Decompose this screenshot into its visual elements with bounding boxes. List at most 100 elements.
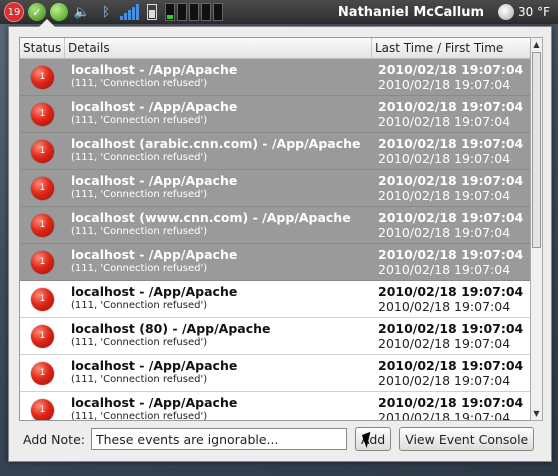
table-row[interactable]: 1 localhost - /App/Apache (111, 'Connectio… [20,392,530,421]
weather-applet[interactable]: 30 °F [498,4,550,20]
scrollbar[interactable]: ▲ ▼ [530,37,543,421]
details-cell: localhost (80) - /App/Apache (111, 'Conne… [65,322,372,350]
event-title: localhost - /App/Apache [71,358,238,373]
list-header: Status Details Last Time / First Time [20,38,530,59]
error-status-icon: 1 [31,287,54,311]
event-message: (111, 'Connection refused') [71,115,208,126]
last-time: 2010/02/18 19:07:04 [378,210,524,225]
table-row[interactable]: 1 localhost - /App/Apache (111, 'Connectio… [20,244,530,281]
event-message: (111, 'Connection refused') [71,226,208,237]
last-time: 2010/02/18 19:07:04 [378,247,524,262]
event-title: localhost - /App/Apache [71,62,238,77]
last-time: 2010/02/18 19:07:04 [378,395,524,410]
popup-pointer [39,19,55,27]
error-status-icon: 1 [31,102,54,126]
notification-count: 19 [4,2,24,22]
bluetooth-icon[interactable]: ᛒ [96,5,116,20]
status-cell: 1 [20,287,65,311]
column-details[interactable]: Details [65,38,372,58]
error-status-icon: 1 [31,324,54,348]
weather-icon [498,4,514,20]
note-input[interactable] [90,428,347,450]
table-row[interactable]: 1 localhost (80) - /App/Apache (111, 'Conn… [20,318,530,355]
battery-icon[interactable] [147,4,157,20]
first-time: 2010/02/18 19:07:04 [378,188,511,203]
first-time: 2010/02/18 19:07:04 [378,373,511,388]
username[interactable]: Nathaniel McCallum [338,5,484,20]
event-title: localhost - /App/Apache [71,99,238,114]
details-cell: localhost - /App/Apache (111, 'Connection… [65,63,372,91]
error-status-icon: 1 [31,176,54,200]
first-time: 2010/02/18 19:07:04 [378,77,511,92]
event-title: localhost (arabic.cnn.com) - /App/Apache [71,136,361,151]
details-cell: localhost - /App/Apache (111, 'Connection… [65,174,372,202]
scroll-down-icon[interactable]: ▼ [531,407,542,420]
last-time: 2010/02/18 19:07:04 [378,62,524,77]
status-cell: 1 [20,398,65,420]
details-cell: localhost - /App/Apache (111, 'Connection… [65,248,372,276]
status-cell: 1 [20,102,65,126]
events-list[interactable]: Status Details Last Time / First Time 1l… [19,37,531,421]
details-cell: localhost - /App/Apache (111, 'Connection… [65,100,372,128]
scroll-thumb[interactable] [532,52,541,248]
table-row[interactable]: 1 localhost (www.cnn.com) - /App/Apache (1… [20,207,530,244]
time-cell: 2010/02/18 19:07:04 2010/02/18 19:07:04 [372,99,530,129]
last-time: 2010/02/18 19:07:04 [378,99,524,114]
time-cell: 2010/02/18 19:07:04 2010/02/18 19:07:04 [372,321,530,351]
add-note-label: Add Note: [23,431,85,447]
signal-icon[interactable] [120,4,139,20]
top-panel: 19 ✓ 🔈 ᛒ Nathaniel McCallum 30 °F [0,0,558,24]
details-cell: localhost - /App/Apache (111, 'Connection… [65,285,372,313]
time-cell: 2010/02/18 19:07:04 2010/02/18 19:07:04 [372,395,530,421]
table-row[interactable]: 1 localhost - /App/Apache (111, 'Connectio… [20,170,530,207]
time-cell: 2010/02/18 19:07:04 2010/02/18 19:07:04 [372,173,530,203]
event-title: localhost - /App/Apache [71,284,238,299]
scroll-up-icon[interactable]: ▲ [531,38,542,51]
first-time: 2010/02/18 19:07:04 [378,410,511,421]
time-cell: 2010/02/18 19:07:04 2010/02/18 19:07:04 [372,284,530,314]
time-cell: 2010/02/18 19:07:04 2010/02/18 19:07:04 [372,358,530,388]
event-message: (111, 'Connection refused') [71,152,208,163]
first-time: 2010/02/18 19:07:04 [378,336,511,351]
table-row[interactable]: 1 localhost - /App/Apache (111, 'Connectio… [20,59,530,96]
table-row[interactable]: 1 localhost - /App/Apache (111, 'Connectio… [20,355,530,392]
status-cell: 1 [20,65,65,89]
time-cell: 2010/02/18 19:07:04 2010/02/18 19:07:04 [372,247,530,277]
event-message: (111, 'Connection refused') [71,300,208,311]
last-time: 2010/02/18 19:07:04 [378,173,524,188]
notification-badge[interactable]: 19 [4,2,24,22]
time-cell: 2010/02/18 19:07:04 2010/02/18 19:07:04 [372,136,530,166]
last-time: 2010/02/18 19:07:04 [378,358,524,373]
status-cell: 1 [20,213,65,237]
time-cell: 2010/02/18 19:07:04 2010/02/18 19:07:04 [372,210,530,240]
status-cell: 1 [20,250,65,274]
details-cell: localhost - /App/Apache (111, 'Connection… [65,396,372,421]
first-time: 2010/02/18 19:07:04 [378,225,511,240]
first-time: 2010/02/18 19:07:04 [378,151,511,166]
volume-icon[interactable]: 🔈 [72,5,92,20]
first-time: 2010/02/18 19:07:04 [378,262,511,277]
table-row[interactable]: 1 localhost (arabic.cnn.com) - /App/Apach… [20,133,530,170]
error-status-icon: 1 [31,139,54,163]
event-title: localhost - /App/Apache [71,247,238,262]
temperature: 30 °F [518,5,550,19]
view-event-console-button[interactable]: View Event Console [399,427,535,451]
time-cell: 2010/02/18 19:07:04 2010/02/18 19:07:04 [372,62,530,92]
details-cell: localhost (www.cnn.com) - /App/Apache (11… [65,211,372,239]
column-status[interactable]: Status [20,38,65,58]
table-row[interactable]: 1 localhost - /App/Apache (111, 'Connectio… [20,96,530,133]
status-cell: 1 [20,324,65,348]
error-status-icon: 1 [31,65,54,89]
column-time[interactable]: Last Time / First Time [372,38,530,58]
last-time: 2010/02/18 19:07:04 [378,284,524,299]
error-status-icon: 1 [31,398,54,420]
event-rows: 1 localhost - /App/Apache (111, 'Connectio… [20,59,530,421]
table-row[interactable]: 1 localhost - /App/Apache (111, 'Connectio… [20,281,530,318]
status-cell: 1 [20,361,65,385]
system-monitor-icon[interactable] [165,3,223,21]
details-cell: localhost (arabic.cnn.com) - /App/Apache… [65,137,372,165]
error-status-icon: 1 [31,213,54,237]
last-time: 2010/02/18 19:07:04 [378,321,524,336]
error-status-icon: 1 [31,250,54,274]
last-time: 2010/02/18 19:07:04 [378,136,524,151]
